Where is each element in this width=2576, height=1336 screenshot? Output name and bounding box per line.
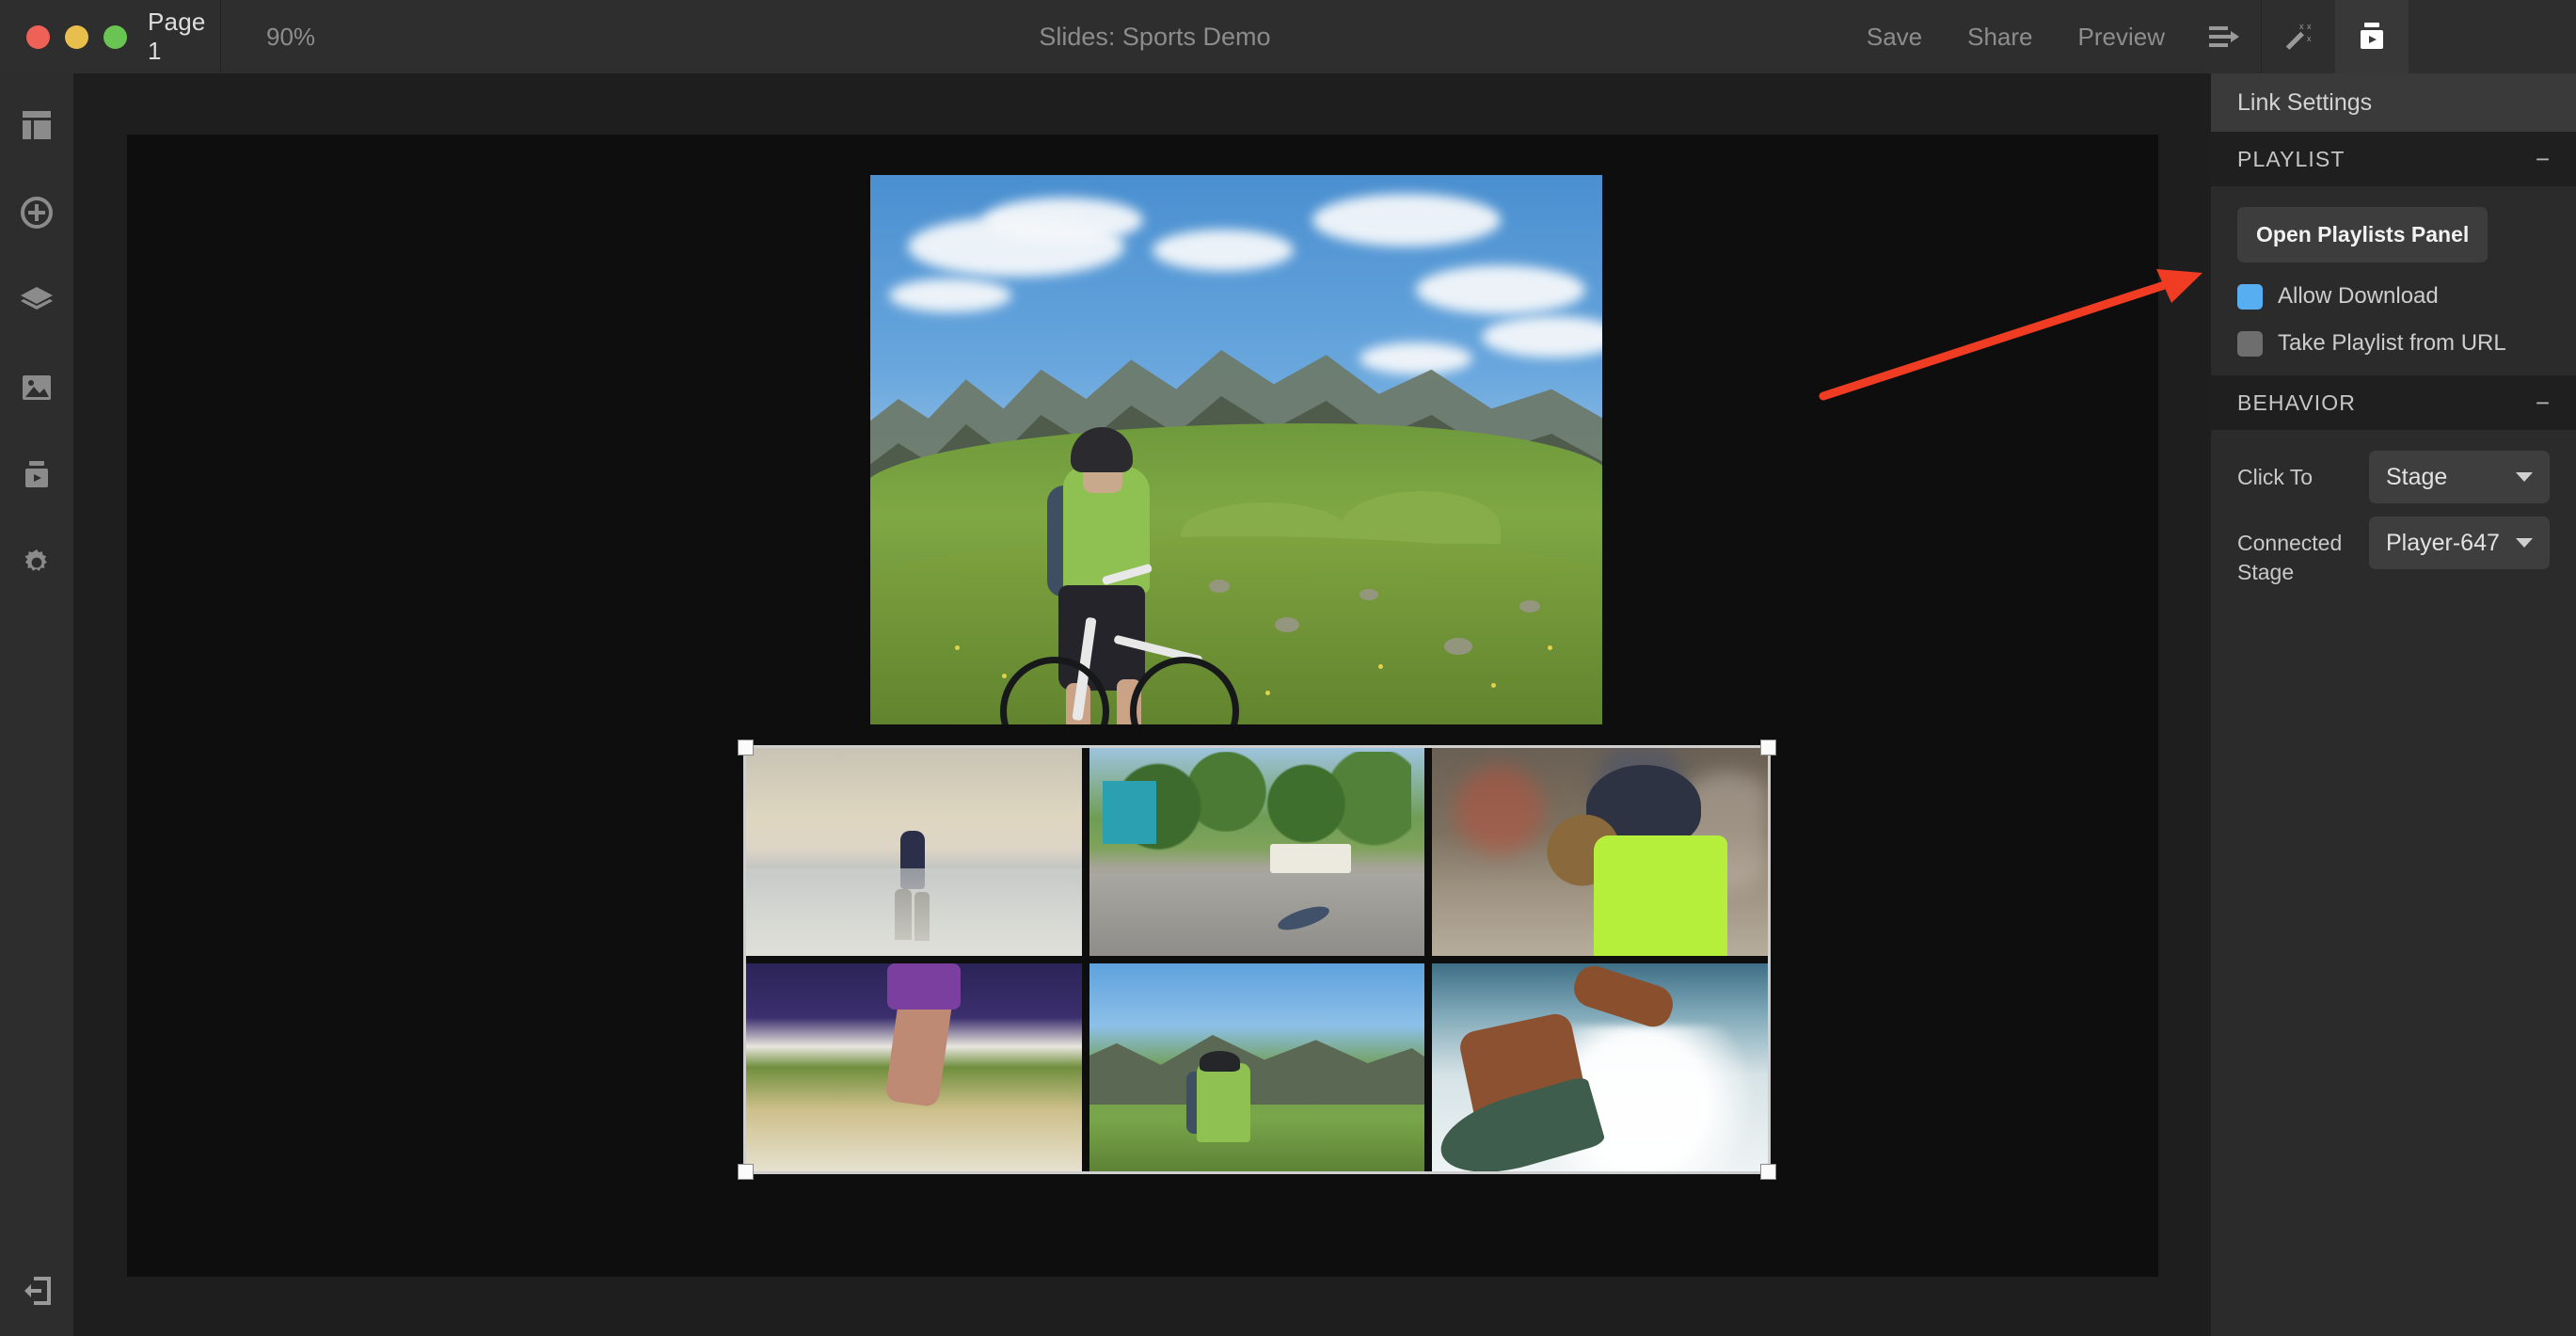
- svg-text:x: x: [2299, 22, 2304, 31]
- svg-text:x: x: [2307, 22, 2312, 31]
- grid-cell-mountain-bike[interactable]: [1089, 963, 1425, 1171]
- flower-dot: [1378, 664, 1383, 669]
- zoom-level[interactable]: 90%: [221, 0, 466, 73]
- share-button[interactable]: Share: [1945, 0, 2055, 73]
- take-playlist-from-url-checkbox[interactable]: [2237, 331, 2263, 357]
- right-properties-panel: Link Settings PLAYLIST − Open Playlists …: [2211, 73, 2576, 1336]
- park-bench: [1270, 844, 1351, 873]
- export-arrow-icon[interactable]: [2187, 0, 2261, 73]
- preview-button[interactable]: Preview: [2056, 0, 2187, 73]
- save-button[interactable]: Save: [1844, 0, 1945, 73]
- park-hut: [1103, 781, 1156, 843]
- click-to-label: Click To: [2237, 451, 2369, 492]
- image-grid-selection[interactable]: [746, 748, 1768, 1171]
- behavior-section-title: BEHAVIOR: [2237, 390, 2356, 416]
- sidebar-item-add[interactable]: [0, 168, 73, 256]
- grid-cell-football[interactable]: [1432, 748, 1768, 956]
- left-sidebar: [0, 73, 73, 1336]
- document-title: Slides: Sports Demo: [466, 0, 1844, 73]
- magic-wand-icon[interactable]: x x x: [2262, 0, 2335, 73]
- hero-photo[interactable]: [870, 175, 1602, 724]
- open-playlists-panel-button[interactable]: Open Playlists Panel: [2237, 207, 2488, 262]
- allow-download-label: Allow Download: [2278, 283, 2439, 310]
- resize-handle-top-right[interactable]: [1760, 740, 1776, 755]
- close-window-button[interactable]: [26, 25, 50, 49]
- rock-shape: [1519, 600, 1540, 612]
- page-label[interactable]: Page 1: [148, 8, 220, 66]
- sidebar-item-exit[interactable]: [0, 1246, 73, 1336]
- football-jersey: [1594, 835, 1728, 956]
- sidebar-item-player[interactable]: [0, 431, 73, 518]
- cloud-shape: [889, 278, 1011, 312]
- surfer-arm: [1569, 963, 1678, 1032]
- mountain-peaks: [1089, 1022, 1425, 1105]
- title-bar: Page 1 90% Slides: Sports Demo Save Shar…: [0, 0, 2576, 73]
- panel-title: Link Settings: [2211, 73, 2576, 132]
- sidebar-item-layout[interactable]: [0, 81, 73, 168]
- connected-stage-label: Connected Stage: [2237, 517, 2369, 587]
- window-controls-group: Page 1: [0, 0, 221, 73]
- flower-dot: [1265, 691, 1270, 695]
- sidebar-item-settings[interactable]: [0, 518, 73, 606]
- maximize-window-button[interactable]: [103, 25, 127, 49]
- resize-handle-top-left[interactable]: [738, 740, 754, 755]
- flower-dot: [1491, 683, 1496, 688]
- connected-stage-select[interactable]: Player-647: [2369, 517, 2550, 569]
- slide-canvas[interactable]: [127, 135, 2158, 1277]
- player-panel-icon[interactable]: [2335, 0, 2409, 73]
- collapse-minus-icon[interactable]: −: [2536, 390, 2550, 415]
- image-grid: [746, 748, 1768, 1171]
- take-playlist-from-url-row[interactable]: Take Playlist from URL: [2237, 330, 2550, 357]
- connected-stage-value: Player-647: [2386, 530, 2500, 557]
- click-to-value: Stage: [2386, 464, 2447, 491]
- click-to-row: Click To Stage: [2237, 451, 2550, 503]
- traffic-lights: [26, 25, 127, 49]
- sidebar-item-media[interactable]: [0, 343, 73, 431]
- flower-dot: [1002, 674, 1007, 678]
- grid-cell-beach-runner[interactable]: [746, 748, 1082, 956]
- sidebar-item-layers[interactable]: [0, 256, 73, 343]
- titlebar-actions: Save Share Preview x x x: [1844, 0, 2576, 73]
- cloud-shape: [1312, 194, 1501, 247]
- resize-handle-bottom-left[interactable]: [738, 1164, 754, 1180]
- rock-shape: [1209, 580, 1230, 593]
- connected-stage-row: Connected Stage Player-647: [2237, 517, 2550, 587]
- rock-shape: [1360, 589, 1378, 600]
- biker-helmet: [1200, 1051, 1240, 1072]
- grid-cell-track-athlete[interactable]: [746, 963, 1082, 1171]
- flower-dot: [1548, 645, 1552, 650]
- chevron-down-icon: [2516, 472, 2533, 482]
- cloud-shape: [983, 198, 1143, 243]
- athlete-shorts: [887, 963, 961, 1010]
- biker-torso: [1197, 1063, 1250, 1142]
- park-road: [1089, 873, 1425, 956]
- playlist-section-body: Open Playlists Panel Allow Download Take…: [2211, 186, 2576, 375]
- rock-shape: [1275, 617, 1299, 632]
- allow-download-checkbox[interactable]: [2237, 284, 2263, 310]
- cloud-shape: [1416, 265, 1585, 314]
- take-playlist-from-url-label: Take Playlist from URL: [2278, 330, 2506, 357]
- editor-workarea: [73, 73, 2211, 1336]
- grid-cell-park-bench[interactable]: [1089, 748, 1425, 956]
- minimize-window-button[interactable]: [65, 25, 88, 49]
- click-to-select[interactable]: Stage: [2369, 451, 2550, 503]
- chevron-down-icon: [2516, 538, 2533, 548]
- rock-shape: [1444, 638, 1472, 655]
- behavior-section-header[interactable]: BEHAVIOR −: [2211, 375, 2576, 430]
- behavior-section-body: Click To Stage Connected Stage Player-64…: [2211, 430, 2576, 619]
- grid-cell-surfer[interactable]: [1432, 963, 1768, 1171]
- playlist-section-header[interactable]: PLAYLIST −: [2211, 132, 2576, 186]
- resize-handle-bottom-right[interactable]: [1760, 1164, 1776, 1180]
- titlebar-spacer: [2409, 0, 2576, 73]
- flower-dot: [955, 645, 960, 650]
- svg-text:x: x: [2307, 34, 2312, 43]
- cloud-shape: [1360, 342, 1472, 374]
- playlist-section-title: PLAYLIST: [2237, 147, 2345, 172]
- cloud-shape: [1153, 230, 1294, 271]
- collapse-minus-icon[interactable]: −: [2536, 147, 2550, 171]
- allow-download-row[interactable]: Allow Download: [2237, 283, 2550, 310]
- application-window: Page 1 90% Slides: Sports Demo Save Shar…: [0, 0, 2576, 1336]
